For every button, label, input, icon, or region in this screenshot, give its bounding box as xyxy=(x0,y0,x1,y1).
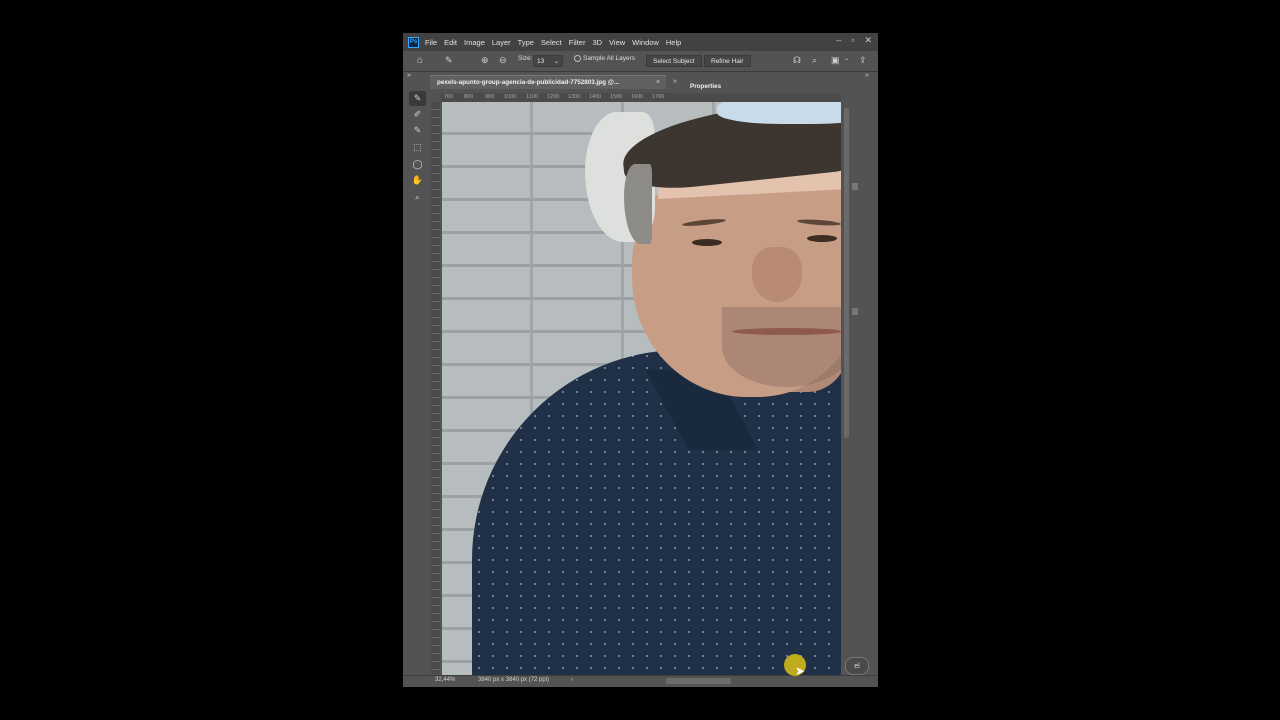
document-tab[interactable]: pexels-apunto-group-agencia-de-publicida… xyxy=(430,75,666,89)
object-selection-icon[interactable]: ⬚ xyxy=(409,140,426,155)
menu-file[interactable]: File xyxy=(425,38,437,47)
hand-icon[interactable]: ✋ xyxy=(409,173,426,188)
refine-hair-button[interactable]: Refine Hair xyxy=(704,55,751,67)
selection-mask-top xyxy=(717,102,841,124)
menu-3d[interactable]: 3D xyxy=(592,38,602,47)
chevron-down-icon: ⌄ xyxy=(553,58,559,65)
panel-icons xyxy=(852,183,858,343)
minimize-button[interactable]: – xyxy=(836,35,841,46)
ruler-tick: 1300 xyxy=(568,94,581,100)
ruler-tick: 800 xyxy=(464,94,474,100)
quick-selection-icon[interactable]: ✎ xyxy=(409,91,426,106)
window-controls: – ▫ ✕ xyxy=(826,35,872,46)
close-tab-icon[interactable]: × xyxy=(656,79,660,86)
ruler-tick: 1700 xyxy=(652,94,665,100)
panel-icon[interactable] xyxy=(852,183,858,190)
tab-properties[interactable]: Properties xyxy=(690,83,721,90)
toolbar: ✎ ✐ ✎ ⬚ ◯ ✋ ⌕ xyxy=(407,91,428,209)
panel-collapse-icon[interactable]: » xyxy=(865,72,869,79)
ruler-tick: 1500 xyxy=(610,94,623,100)
tab-overflow-icon[interactable]: » xyxy=(673,78,677,85)
ruler-tick: 1600 xyxy=(631,94,644,100)
ruler-tick: 1400 xyxy=(589,94,602,100)
ruler-tick: 900 xyxy=(485,94,495,100)
left-eye xyxy=(692,239,722,246)
mouse-pointer-icon: ➤ xyxy=(795,664,806,678)
sample-all-layers-label: Sample All Layers xyxy=(583,55,636,63)
menu-view[interactable]: View xyxy=(609,38,625,47)
menu-window[interactable]: Window xyxy=(632,38,659,47)
right-eye xyxy=(807,235,837,242)
menu-help[interactable]: Help xyxy=(666,38,681,47)
ruler-vertical xyxy=(431,102,440,674)
stubble xyxy=(722,307,841,387)
menu-type[interactable]: Type xyxy=(518,38,534,47)
close-button[interactable]: ✕ xyxy=(864,35,872,46)
brush-icon[interactable]: ✎ xyxy=(409,123,426,138)
status-menu-arrow-icon[interactable]: › xyxy=(571,677,573,683)
ruler-tick: 1000 xyxy=(504,94,517,100)
photoshop-window: Ps File Edit Image Layer Type Select Fil… xyxy=(403,33,878,687)
photoshop-logo-icon: Ps xyxy=(408,36,419,48)
document-title: pexels-apunto-group-agencia-de-publicida… xyxy=(437,79,620,86)
learn-icon[interactable]: ☊ xyxy=(793,56,801,65)
toolbar-collapse-icon[interactable]: » xyxy=(407,72,411,79)
size-label: Size: xyxy=(518,55,533,62)
select-subject-button[interactable]: Select Subject xyxy=(646,55,702,67)
panel-icon[interactable] xyxy=(852,308,858,315)
menu-image[interactable]: Image xyxy=(464,38,485,47)
brush-size-value: 13 xyxy=(537,57,545,65)
sample-all-layers-checkbox[interactable]: Sample All Layers xyxy=(574,55,635,62)
nose xyxy=(752,247,802,302)
menu-edit[interactable]: Edit xyxy=(444,38,457,47)
zoom-level[interactable]: 32,44% xyxy=(435,677,455,683)
search-icon[interactable]: ⌕ xyxy=(812,56,817,65)
vertical-scrollbar[interactable] xyxy=(844,108,849,438)
menu-bar: Ps File Edit Image Layer Type Select Fil… xyxy=(403,33,878,51)
brush-size-field[interactable]: 13 ⌄ xyxy=(533,55,563,67)
horizontal-scrollbar[interactable] xyxy=(666,678,731,684)
document-dimensions: 3840 px x 3840 px (72 ppi) xyxy=(478,677,550,683)
ruler-tick: 1100 xyxy=(526,94,538,100)
share-icon[interactable]: ⇪ xyxy=(859,56,867,65)
options-bar: ⌂ ✎ ⊕ ⊖ Size: 13 ⌄ Sample All Layers Sel… xyxy=(403,52,878,72)
chevron-down-icon[interactable]: ⌄ xyxy=(844,56,849,62)
refine-edge-brush-icon[interactable]: ✐ xyxy=(409,107,426,122)
ruler-tick: 1200 xyxy=(547,94,560,100)
subtract-from-selection-icon[interactable]: ⊖ xyxy=(499,56,507,65)
home-icon[interactable]: ⌂ xyxy=(417,56,423,66)
ruler-tick: 700 xyxy=(444,94,454,100)
menu-select[interactable]: Select xyxy=(541,38,562,47)
checkbox-icon xyxy=(574,55,581,62)
menu-layer[interactable]: Layer xyxy=(492,38,511,47)
status-bar: 32,44% 3840 px x 3840 px (72 ppi) › xyxy=(403,675,878,687)
add-to-selection-icon[interactable]: ⊕ xyxy=(481,56,489,65)
quick-selection-tool-preset-icon[interactable]: ✎ xyxy=(445,56,453,65)
document-tab-bar: pexels-apunto-group-agencia-de-publicida… xyxy=(430,75,670,89)
workspace-icon[interactable]: ▣ xyxy=(831,56,840,65)
document-canvas[interactable] xyxy=(442,102,841,675)
lasso-icon[interactable]: ◯ xyxy=(409,157,426,172)
zoom-icon[interactable]: ⌕ xyxy=(409,190,426,205)
cancel-button[interactable]: el xyxy=(845,657,869,675)
menu-filter[interactable]: Filter xyxy=(569,38,586,47)
mouth xyxy=(732,328,841,335)
menu-items: File Edit Image Layer Type Select Filter… xyxy=(425,38,688,47)
maximize-button[interactable]: ▫ xyxy=(851,35,854,46)
